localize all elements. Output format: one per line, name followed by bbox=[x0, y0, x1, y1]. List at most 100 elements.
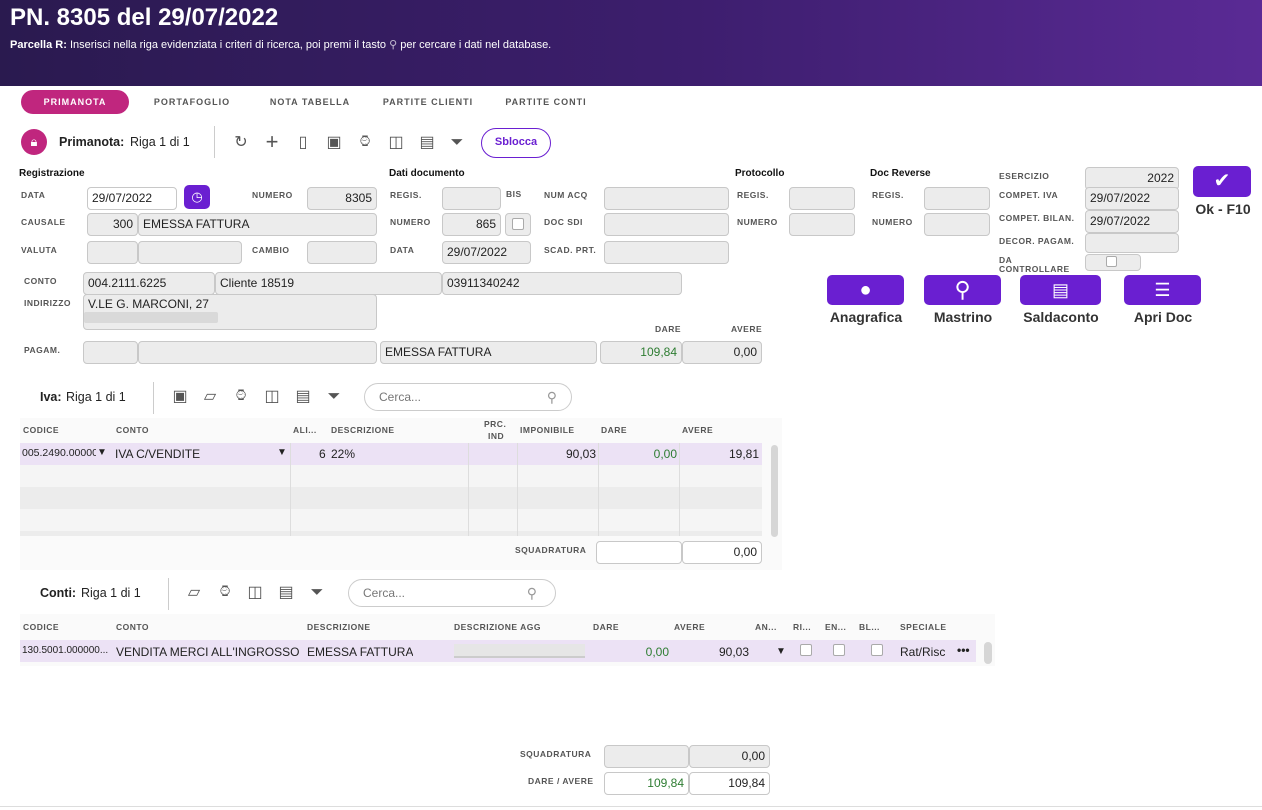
conto-dare-field[interactable]: 109,84 bbox=[600, 341, 682, 364]
lock-icon[interactable]: 🔒︎ bbox=[21, 129, 47, 155]
book-icon[interactable]: ◫ bbox=[386, 133, 406, 153]
dacontr-checkbox[interactable] bbox=[1106, 256, 1117, 267]
conti-search-input[interactable]: Cerca... ⚲ bbox=[348, 579, 556, 607]
iva-descr-cell[interactable]: 22% bbox=[331, 447, 355, 461]
document-icon[interactable]: ▱ bbox=[200, 387, 220, 407]
decor-field[interactable] bbox=[1085, 233, 1179, 253]
layout-icon[interactable]: ▤ bbox=[293, 387, 313, 407]
tab-nota-tabella[interactable]: NOTA TABELLA bbox=[258, 90, 362, 114]
rev-numero-field[interactable] bbox=[924, 213, 990, 236]
table-row[interactable] bbox=[20, 509, 762, 531]
doc-data-field[interactable]: 29/07/2022 bbox=[442, 241, 531, 264]
conto-avere-field[interactable]: 0,00 bbox=[682, 341, 762, 364]
save-icon[interactable]: ▣ bbox=[324, 133, 344, 153]
prot-numero-field[interactable] bbox=[789, 213, 855, 236]
rev-regis-field[interactable] bbox=[924, 187, 990, 210]
chevron-down-icon[interactable]: ▼ bbox=[97, 447, 107, 458]
iva-imponibile-cell[interactable]: 90,03 bbox=[520, 447, 596, 461]
book-icon[interactable]: ◫ bbox=[245, 583, 265, 603]
add-icon[interactable]: + bbox=[262, 131, 282, 153]
clipboard-icon[interactable]: ▯ bbox=[293, 133, 313, 153]
conto-name-field[interactable]: Cliente 18519 bbox=[215, 272, 442, 295]
conto-code-field[interactable]: 004.2111.6225 bbox=[83, 272, 215, 295]
bl-checkbox[interactable] bbox=[871, 644, 883, 656]
conti-codice-cell[interactable]: 130.5001.000000... bbox=[22, 645, 112, 656]
prot-regis-field[interactable] bbox=[789, 187, 855, 210]
causale-code-field[interactable]: 300 bbox=[87, 213, 138, 236]
filter-icon[interactable]: ⏷ bbox=[307, 583, 327, 603]
pagam-desc-field[interactable]: EMESSA FATTURA bbox=[380, 341, 597, 364]
more-icon[interactable]: ••• bbox=[957, 643, 970, 657]
mastrino-button[interactable]: ⚲ bbox=[924, 275, 1001, 305]
causale-desc-field[interactable]: EMESSA FATTURA bbox=[138, 213, 377, 236]
apri-doc-button[interactable]: ☰ bbox=[1124, 275, 1201, 305]
iva-dare-cell[interactable]: 0,00 bbox=[600, 447, 677, 461]
cambio-field[interactable] bbox=[307, 241, 377, 264]
iva-squadratura-field[interactable] bbox=[596, 541, 682, 564]
conti-dare-cell[interactable]: 0,00 bbox=[590, 645, 669, 659]
watch-icon[interactable]: ⌚︎ bbox=[355, 133, 375, 153]
conto-piva-field[interactable]: 03911340242 bbox=[442, 272, 682, 295]
conti-speciale-cell[interactable]: Rat/Risc bbox=[900, 645, 945, 659]
iva-squadratura-value[interactable]: 0,00 bbox=[682, 541, 762, 564]
layout-icon[interactable]: ▤ bbox=[276, 583, 296, 603]
conti-descr-cell[interactable]: EMESSA FATTURA bbox=[307, 645, 413, 659]
totals-squadratura-field[interactable] bbox=[604, 745, 689, 768]
address-scrollbar[interactable] bbox=[84, 312, 218, 323]
document-icon[interactable]: ▱ bbox=[184, 583, 204, 603]
anagrafica-button[interactable]: ● bbox=[827, 275, 904, 305]
doc-regis-field[interactable] bbox=[442, 187, 501, 210]
filter-icon[interactable]: ⏷ bbox=[324, 387, 344, 407]
sblocca-button[interactable]: Sblocca bbox=[481, 128, 551, 158]
chevron-down-icon[interactable]: ▼ bbox=[277, 447, 287, 458]
docsdi-field[interactable] bbox=[604, 213, 729, 236]
conti-avere-cell[interactable]: 90,03 bbox=[670, 645, 749, 659]
saldaconto-button[interactable]: ▤ bbox=[1020, 275, 1101, 305]
iva-search-input[interactable]: Cerca... ⚲ bbox=[364, 383, 572, 411]
tab-partite-clienti[interactable]: PARTITE CLIENTI bbox=[372, 90, 484, 114]
doc-numero-field[interactable]: 865 bbox=[442, 213, 501, 236]
numacq-field[interactable] bbox=[604, 187, 729, 210]
layout-icon[interactable]: ▤ bbox=[417, 133, 437, 153]
tab-partite-conti[interactable]: PARTITE CONTI bbox=[494, 90, 598, 114]
ok-button[interactable]: ✔ bbox=[1193, 166, 1251, 197]
filter-icon[interactable]: ⏷ bbox=[447, 133, 467, 153]
competbil-field[interactable]: 29/07/2022 bbox=[1085, 210, 1179, 233]
totals-dare-field[interactable]: 109,84 bbox=[604, 772, 689, 795]
save-icon[interactable]: ▣ bbox=[170, 387, 190, 407]
ri-checkbox[interactable] bbox=[800, 644, 812, 656]
valuta-desc-field[interactable] bbox=[138, 241, 242, 264]
iva-codice-cell[interactable]: 005.2490.00000 bbox=[22, 447, 96, 459]
chevron-down-icon[interactable]: ▼ bbox=[776, 646, 786, 657]
data-field[interactable]: 29/07/2022 bbox=[87, 187, 177, 210]
iva-ali-cell[interactable]: 6 bbox=[319, 447, 326, 461]
en-checkbox[interactable] bbox=[833, 644, 845, 656]
table-row[interactable] bbox=[20, 465, 762, 487]
table-row[interactable] bbox=[20, 487, 762, 509]
tab-portafoglio[interactable]: PORTAFOGLIO bbox=[142, 90, 242, 114]
bis-checkbox[interactable] bbox=[512, 218, 524, 230]
bis-checkbox-box[interactable] bbox=[505, 213, 531, 236]
pagam-name-field[interactable] bbox=[138, 341, 377, 364]
dacontr-box[interactable] bbox=[1085, 254, 1141, 271]
indirizzo-field[interactable]: V.LE G. MARCONI, 27 bbox=[83, 294, 377, 330]
conti-scrollbar[interactable] bbox=[984, 642, 992, 664]
numero-field[interactable]: 8305 bbox=[307, 187, 377, 210]
watch-icon[interactable]: ⌚︎ bbox=[215, 583, 235, 603]
conti-descr-agg-cell[interactable] bbox=[454, 644, 585, 658]
pagam-code-field[interactable] bbox=[83, 341, 138, 364]
book-icon[interactable]: ◫ bbox=[262, 387, 282, 407]
watch-icon[interactable]: ⌚︎ bbox=[231, 387, 251, 407]
tab-primanota[interactable]: PRIMANOTA bbox=[21, 90, 129, 114]
iva-avere-cell[interactable]: 19,81 bbox=[681, 447, 759, 461]
valuta-field[interactable] bbox=[87, 241, 138, 264]
refresh-icon[interactable]: ↻ bbox=[231, 133, 251, 153]
totals-avere-field[interactable]: 109,84 bbox=[689, 772, 770, 795]
clock-icon[interactable]: ◷ bbox=[184, 185, 210, 209]
scad-field[interactable] bbox=[604, 241, 729, 264]
iva-scrollbar[interactable] bbox=[771, 445, 778, 537]
conti-conto-cell[interactable]: VENDITA MERCI ALL'INGROSSO bbox=[116, 645, 299, 659]
iva-conto-cell[interactable]: IVA C/VENDITE bbox=[115, 447, 200, 461]
competiva-field[interactable]: 29/07/2022 bbox=[1085, 187, 1179, 210]
totals-squadratura-value[interactable]: 0,00 bbox=[689, 745, 770, 768]
